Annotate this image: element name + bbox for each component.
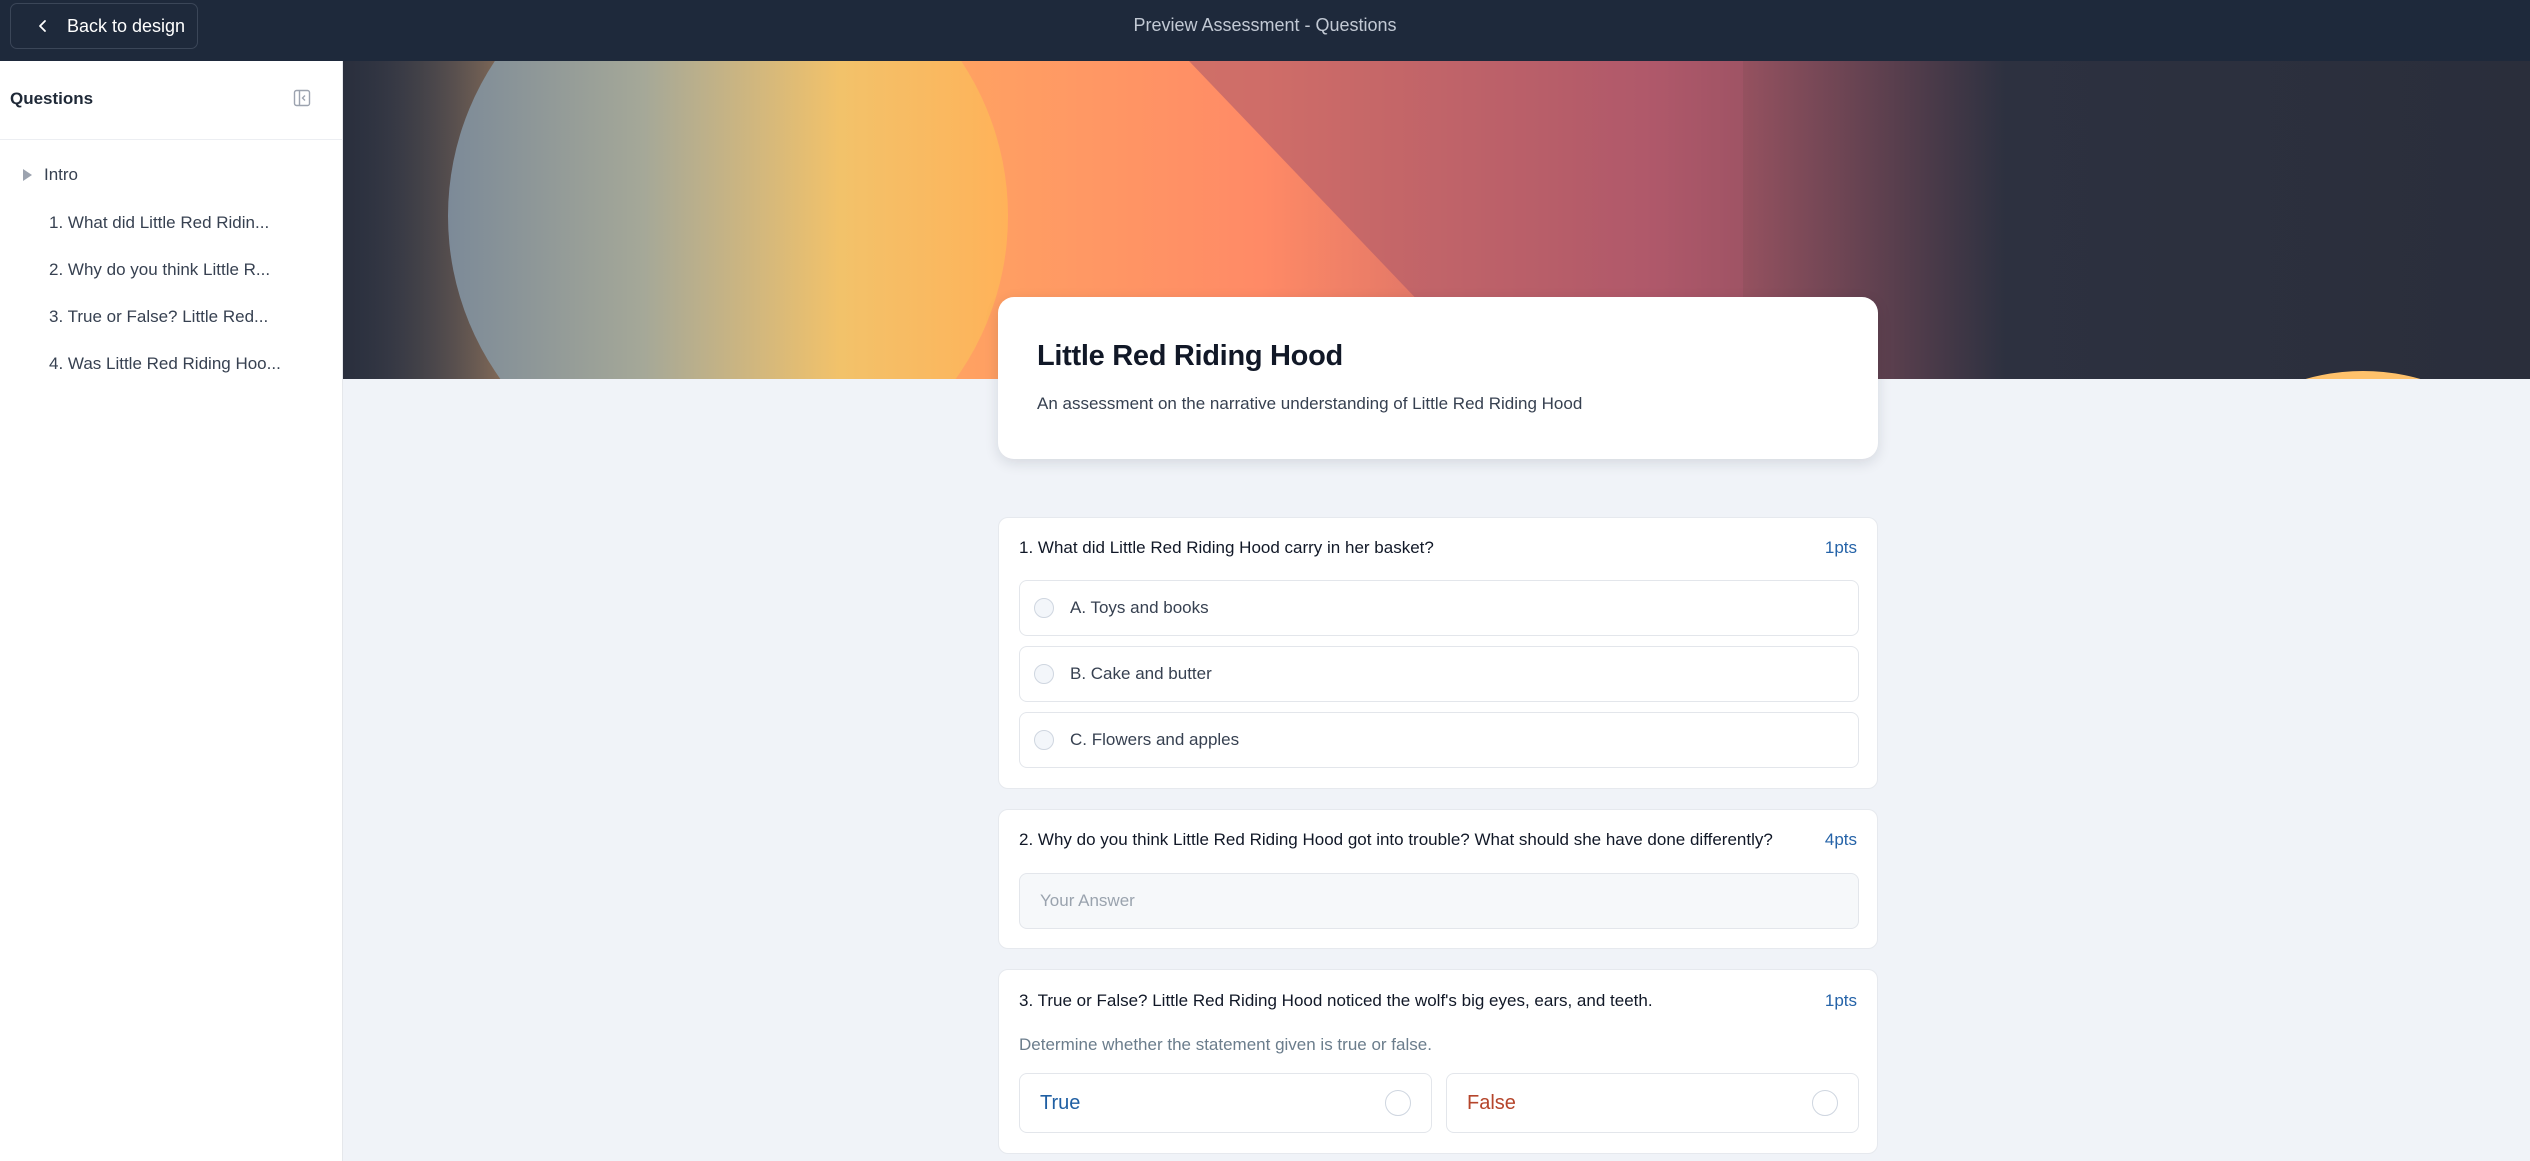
- assessment-description: An assessment on the narrative understan…: [1037, 394, 1583, 413]
- radio-icon: [1385, 1090, 1411, 1116]
- question-card-2: 2. Why do you think Little Red Riding Ho…: [998, 809, 1878, 949]
- top-bar: Back to design Preview Assessment - Ques…: [0, 0, 2530, 61]
- false-label: False: [1467, 1091, 1516, 1114]
- question-3-points: 1pts: [1824, 991, 1857, 1010]
- question-1-points: 1pts: [1824, 538, 1857, 557]
- sidebar-item-intro[interactable]: Intro: [18, 165, 78, 185]
- sidebar-item-question-1[interactable]: 1. What did Little Red Ridin...: [49, 213, 269, 233]
- sidebar-item-question-4[interactable]: 4. Was Little Red Riding Hoo...: [49, 354, 281, 374]
- radio-icon: [1034, 664, 1054, 684]
- question-card-1: 1. What did Little Red Riding Hood carry…: [998, 517, 1878, 789]
- assessment-title: Little Red Riding Hood: [1037, 340, 1343, 372]
- radio-icon: [1812, 1090, 1838, 1116]
- question-2-points: 4pts: [1824, 830, 1857, 849]
- question-1-option-c[interactable]: C. Flowers and apples: [1019, 712, 1859, 768]
- false-option[interactable]: False: [1446, 1073, 1859, 1133]
- question-3-text: 3. True or False? Little Red Riding Hood…: [1019, 991, 1653, 1010]
- caret-right-icon: [18, 166, 36, 184]
- true-option[interactable]: True: [1019, 1073, 1432, 1133]
- question-card-3: 3. True or False? Little Red Riding Hood…: [998, 969, 1878, 1154]
- question-1-option-a[interactable]: A. Toys and books: [1019, 580, 1859, 636]
- sidebar-title: Questions: [10, 89, 94, 108]
- question-2-answer-input[interactable]: [1019, 873, 1859, 929]
- option-label: C. Flowers and apples: [1070, 730, 1240, 749]
- option-label: B. Cake and butter: [1070, 664, 1212, 683]
- option-label: A. Toys and books: [1070, 598, 1209, 617]
- question-1-text: 1. What did Little Red Riding Hood carry…: [1019, 538, 1434, 557]
- questions-sidebar: Questions Intro 1. What did Little Red R…: [0, 61, 343, 1161]
- sidebar-collapse-icon[interactable]: [292, 88, 312, 108]
- true-label: True: [1040, 1091, 1081, 1114]
- sidebar-item-question-3[interactable]: 3. True or False? Little Red...: [49, 307, 268, 327]
- sidebar-item-question-2[interactable]: 2. Why do you think Little R...: [49, 260, 270, 280]
- sidebar-header: Questions: [0, 61, 342, 140]
- page-title: Preview Assessment - Questions: [1133, 15, 1397, 35]
- radio-icon: [1034, 598, 1054, 618]
- question-3-description: Determine whether the statement given is…: [1019, 1035, 1432, 1054]
- question-2-text: 2. Why do you think Little Red Riding Ho…: [1019, 830, 1773, 849]
- radio-icon: [1034, 730, 1054, 750]
- assessment-title-card: Little Red Riding Hood An assessment on …: [998, 297, 1878, 459]
- question-1-option-b[interactable]: B. Cake and butter: [1019, 646, 1859, 702]
- sidebar-item-intro-label: Intro: [44, 165, 79, 184]
